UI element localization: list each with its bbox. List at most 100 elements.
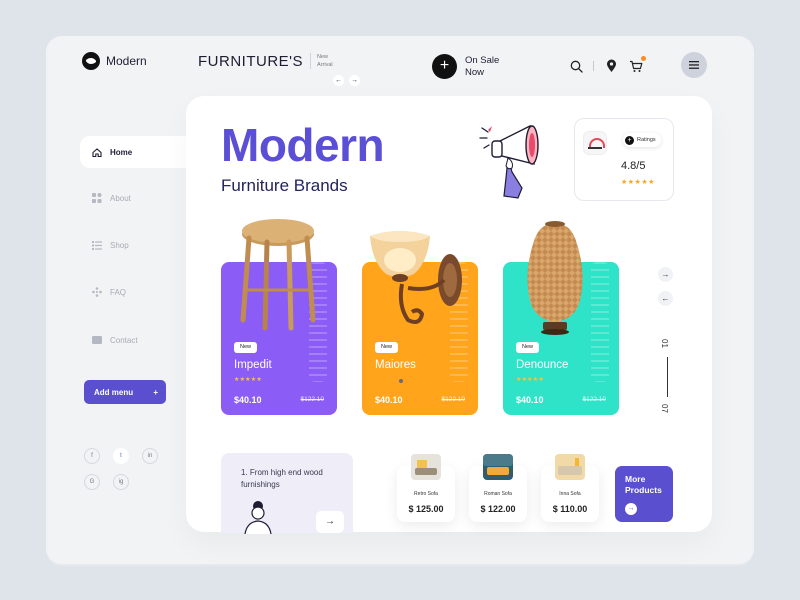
brand-subtitle-line1: New [317,54,329,60]
megaphone-illustration [479,124,539,199]
product-card-maiores[interactable]: New Maiores $40.10 $122.10 [362,231,478,415]
sidebar-item-shop[interactable]: Shop [80,229,200,261]
brand-subtitle-line2: Arrival [317,62,333,68]
roman-sofa-thumbnail [483,454,513,480]
hero-title: Modern [221,119,385,171]
brand-header: FURNITURE'S New Arrival [198,53,340,70]
divider [593,61,594,71]
hero-subtitle: Furniture Brands [221,176,348,195]
promo-text: 1. From high end wood furnishings [241,468,323,489]
product-old-price: $122.10 [441,396,466,403]
product-old-price: $122.10 [300,396,325,403]
google-icon[interactable]: G [84,474,100,490]
sidebar-item-label: Contact [110,335,138,345]
on-sale-button[interactable]: + On Sale Now [432,54,509,79]
mini-product-name: Inna Sofa [559,491,581,497]
new-badge: New [375,342,399,353]
on-sale-label: On Sale Now [465,55,509,79]
person-illustration [244,501,272,534]
promo-arrow-button[interactable]: → [316,511,344,533]
instagram-icon[interactable]: ig [113,474,129,490]
next-page-button[interactable]: → [658,267,673,282]
arrow-right-icon: → [625,503,637,515]
location-pin-icon[interactable] [603,58,619,74]
next-arrow-icon[interactable]: → [349,75,360,86]
carousel-dot [399,379,403,383]
facebook-icon[interactable]: f [84,448,100,464]
product-name: Maiores [375,359,416,371]
sidebar-item-about[interactable]: About [80,182,200,214]
prev-arrow-icon[interactable]: ← [333,75,344,86]
product-old-price: $122.10 [582,396,607,403]
nodes-icon [92,287,102,297]
prev-page-button[interactable]: ← [658,291,673,306]
product-card-impedit[interactable]: New Impedit ★★★★★ $40.10 $122.10 [221,219,337,415]
ratings-badge[interactable]: + Ratings [623,133,661,147]
brand-nav: ← → [333,75,360,86]
new-badge: New [234,342,258,353]
more-products-label: More Products [625,474,662,495]
search-icon[interactable] [568,58,584,74]
list-icon [92,240,102,250]
header-tools [568,56,646,74]
mini-product-price: $ 122.00 [480,504,516,514]
mini-product-roman-sofa[interactable]: Roman Sofa $ 122.00 [469,454,527,522]
add-menu-button[interactable]: Add menu + [84,380,166,404]
rating-stars: ★★★★★ [621,179,655,186]
rating-product-thumbnail [583,131,607,155]
mini-product-retro-sofa[interactable]: Retro Sofa $ 125.00 [397,454,455,522]
rattan-lamp-image [527,221,583,335]
rating-card: + Ratings 4.8/5 ★★★★★ [574,118,674,201]
sidebar-item-label: Home [110,147,133,157]
mini-product-inna-sofa[interactable]: Inna Sofa $ 110.00 [541,454,599,522]
logo-leaf-icon [82,52,100,70]
add-menu-label: Add menu [94,387,134,397]
inna-sofa-thumbnail [555,454,585,480]
link-icon[interactable]: in [142,448,158,464]
on-sale-line2: Now [465,66,485,78]
on-sale-line1: On Sale [465,54,500,66]
pager-total: 07 [659,404,669,413]
logo[interactable]: Modern [82,52,147,70]
sidebar-item-label: FAQ [110,287,127,297]
hamburger-icon [689,61,699,69]
cart-notification-dot [641,56,646,61]
product-price: $40.10 [234,395,262,405]
stool-image [240,219,316,331]
mini-product-price: $ 125.00 [408,504,444,514]
new-badge: New [516,342,540,353]
twitter-icon[interactable]: t [113,448,129,464]
ratings-label: Ratings [637,137,656,143]
logo-text: Modern [106,54,147,68]
product-stars: ★★★★★ [234,377,262,383]
wall-lamp-image [370,231,462,324]
sidebar-item-faq[interactable]: FAQ [80,276,200,308]
hamburger-menu-button[interactable] [681,52,707,78]
sidebar-item-home[interactable]: Home [80,136,198,168]
social-links: f t in G ig [84,448,164,490]
product-price: $40.10 [516,395,544,405]
plus-icon: + [625,135,634,145]
pager-current: 01 [659,339,669,348]
pager-track [667,357,668,397]
sidebar-item-label: About [110,193,131,203]
more-products-button[interactable]: More Products → [615,466,673,522]
sidebar-item-label: Shop [110,240,129,250]
product-card-denounce[interactable]: New Denounce ★★★★★ $40.10 $122.10 [503,221,619,415]
sidebar-item-contact[interactable]: Contact [80,324,200,356]
retro-sofa-thumbnail [411,454,441,480]
product-stars: ★★★★★ [516,377,544,383]
rating-score: 4.8/5 [621,160,646,172]
product-name: Impedit [234,359,272,371]
mail-icon [92,335,102,345]
brand-subtitle: New Arrival [310,53,340,69]
product-name: Denounce [516,359,569,371]
home-icon [92,147,102,157]
grid-icon [92,193,102,203]
plus-icon: + [153,387,158,397]
cart-icon[interactable] [628,56,646,74]
plus-icon: + [432,54,457,79]
mini-product-price: $ 110.00 [552,504,588,514]
product-price: $40.10 [375,395,403,405]
brand-title: FURNITURE'S [198,53,304,70]
